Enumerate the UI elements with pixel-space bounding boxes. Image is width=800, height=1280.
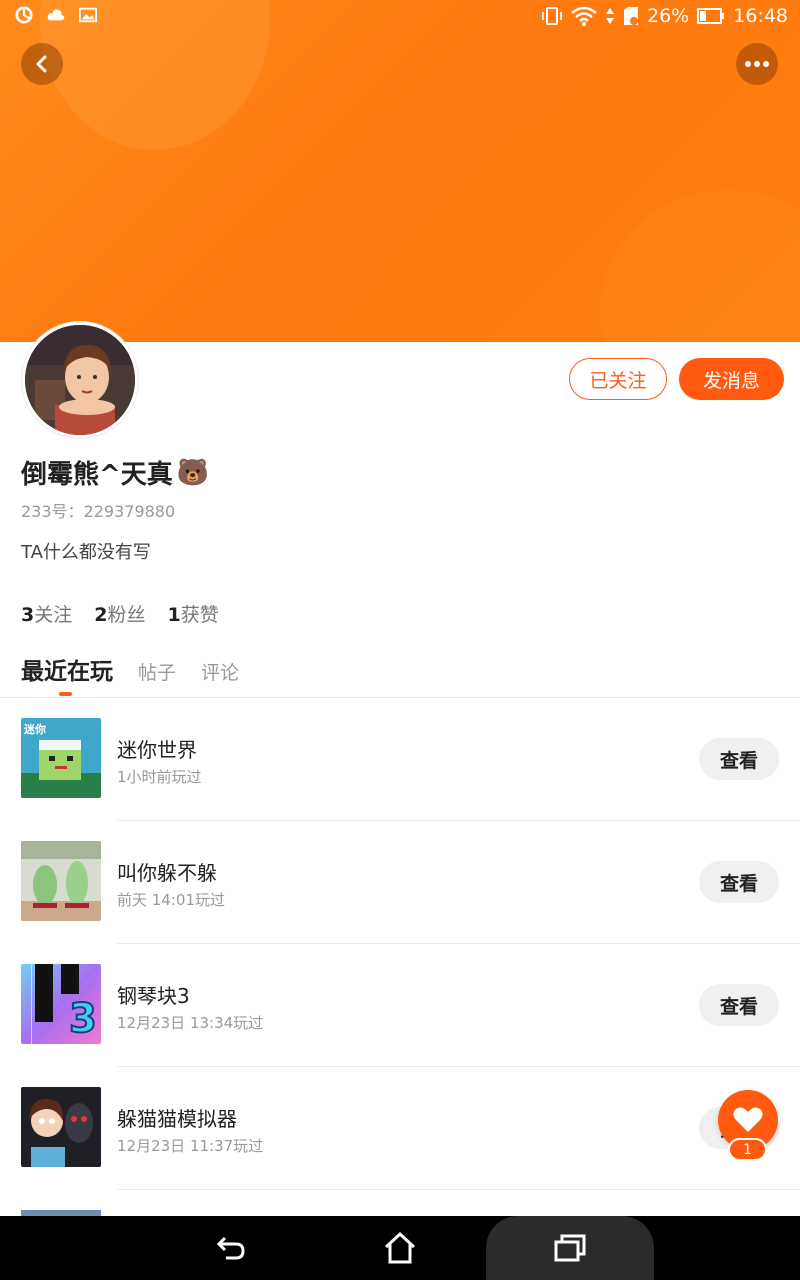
nav-home-icon xyxy=(384,1231,416,1264)
nav-back-button[interactable] xyxy=(195,1216,265,1280)
image-icon xyxy=(79,7,97,23)
bear-emoji-icon: 🐻 xyxy=(176,457,210,488)
view-button[interactable]: 查看 xyxy=(699,861,779,903)
nav-recent-apps-button[interactable] xyxy=(486,1216,654,1280)
recent-games-list: 迷你 迷你世界 1小时前玩过 查看 叫你躲不躲 前天 14:01玩过 查看 3 … xyxy=(0,698,800,1190)
tab-recently-played[interactable]: 最近在玩 xyxy=(21,652,113,686)
stat-fans[interactable]: 2粉丝 xyxy=(94,600,145,627)
thumb-text: 迷你 xyxy=(23,722,46,736)
system-nav-bar xyxy=(0,1216,800,1280)
game-title: 叫你躲不躲 xyxy=(117,861,217,885)
view-button[interactable]: 查看 xyxy=(699,984,779,1026)
stat-likes[interactable]: 1获赞 xyxy=(168,600,219,627)
battery-icon xyxy=(697,8,725,24)
stat-count: 3 xyxy=(21,604,35,626)
more-dots-icon xyxy=(745,61,769,67)
send-message-button[interactable]: 发消息 xyxy=(679,358,784,400)
played-time: 前天 14:01玩过 xyxy=(117,891,225,909)
game-title: 钢琴块3 xyxy=(117,984,190,1008)
heart-icon xyxy=(733,1107,763,1132)
list-item[interactable]: 叫你躲不躲 前天 14:01玩过 查看 xyxy=(0,821,800,944)
played-time: 12月23日 13:34玩过 xyxy=(117,1014,264,1032)
game-thumbnail: 迷你 xyxy=(21,718,101,798)
tab-posts[interactable]: 帖子 xyxy=(138,658,176,685)
banner-decoration xyxy=(600,190,800,342)
game-thumbnail xyxy=(21,1087,101,1167)
avatar[interactable] xyxy=(22,322,138,438)
followed-button[interactable]: 已关注 xyxy=(569,358,667,400)
game-title: 迷你世界 xyxy=(117,738,197,762)
profile-stats: 3关注 2粉丝 1获赞 xyxy=(21,600,219,627)
back-arrow-icon xyxy=(36,55,47,73)
sim-icon xyxy=(624,7,638,25)
profile-banner xyxy=(0,0,800,342)
stat-following[interactable]: 3关注 xyxy=(21,600,72,627)
username: 倒霉熊^天真 🐻 xyxy=(21,454,209,491)
game-thumbnail: 3 xyxy=(21,964,101,1044)
back-button[interactable] xyxy=(21,43,63,85)
played-time: 1小时前玩过 xyxy=(117,768,202,786)
cloud-icon xyxy=(47,9,65,21)
list-item[interactable]: 躲猫猫模拟器 12月23日 11:37玩过 查看 xyxy=(0,1067,800,1190)
tab-comments[interactable]: 评论 xyxy=(201,658,239,685)
divider xyxy=(117,1189,800,1190)
sync-icon xyxy=(15,6,33,24)
vibrate-icon xyxy=(542,7,562,25)
thumb-text: 3 xyxy=(69,996,97,1042)
status-bar: 26% 16:48 xyxy=(0,0,800,34)
stat-label: 粉丝 xyxy=(107,604,146,626)
nav-back-icon xyxy=(216,1236,245,1260)
user-bio: TA什么都没有写 xyxy=(21,542,151,563)
game-title: 躲猫猫模拟器 xyxy=(117,1107,237,1131)
nav-home-button[interactable] xyxy=(365,1216,435,1280)
view-button[interactable]: 查看 xyxy=(699,738,779,780)
stat-label: 获赞 xyxy=(180,604,219,626)
more-button[interactable] xyxy=(736,43,778,85)
stat-count: 2 xyxy=(94,604,108,626)
avatar-image xyxy=(25,325,135,435)
stat-count: 1 xyxy=(167,604,181,626)
list-item[interactable]: 3 钢琴块3 12月23日 13:34玩过 查看 xyxy=(0,944,800,1067)
played-time: 12月23日 11:37玩过 xyxy=(117,1137,264,1155)
nav-recent-icon xyxy=(554,1234,586,1262)
favorite-count-badge: 1 xyxy=(728,1138,767,1161)
list-item[interactable]: 迷你 迷你世界 1小时前玩过 查看 xyxy=(0,698,800,821)
active-tab-indicator xyxy=(59,692,72,696)
game-thumbnail xyxy=(21,841,101,921)
clock: 16:48 xyxy=(733,5,788,27)
stat-label: 关注 xyxy=(34,604,73,626)
data-arrows-icon xyxy=(606,8,614,24)
user-id: 233号：229379880 xyxy=(21,502,176,521)
battery-percent: 26% xyxy=(647,5,690,27)
username-text: 倒霉熊^天真 xyxy=(21,460,173,490)
wifi-icon xyxy=(571,6,597,26)
profile-tabs: 最近在玩 帖子 评论 xyxy=(21,652,239,686)
